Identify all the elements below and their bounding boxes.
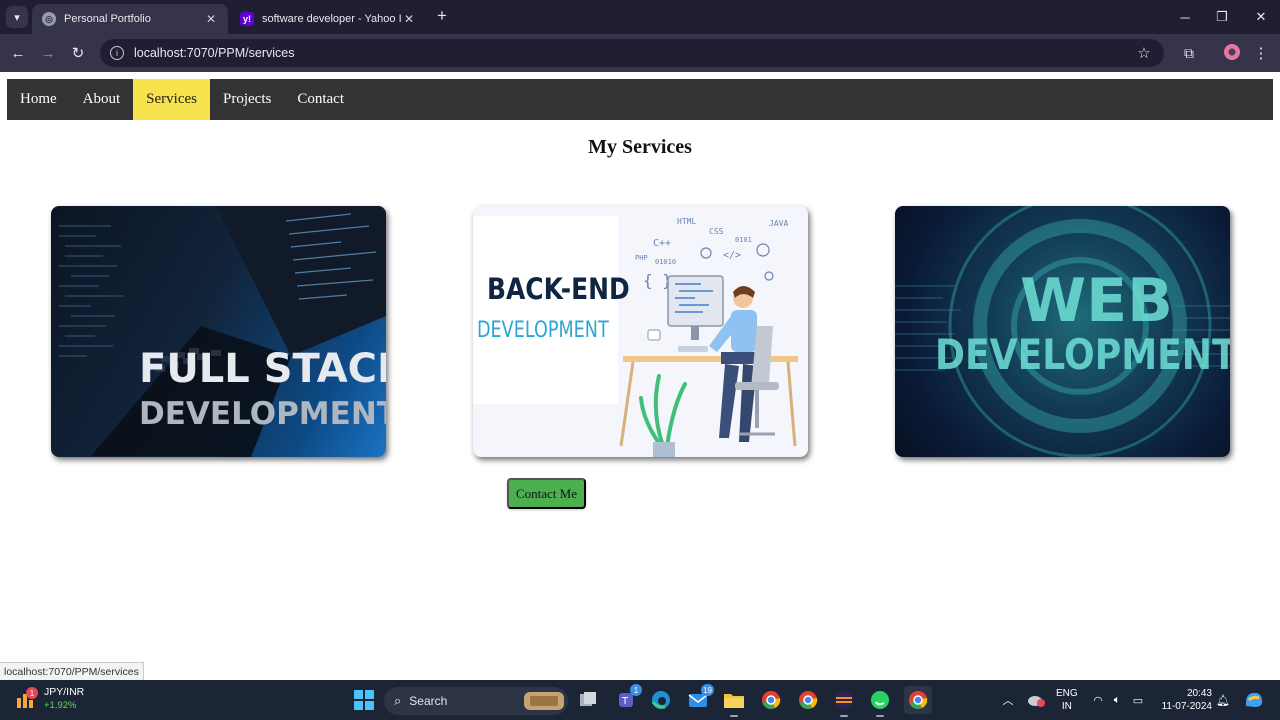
svg-text:C++: C++ bbox=[653, 238, 671, 249]
language-indicator[interactable]: ENG IN bbox=[1056, 687, 1078, 713]
url-text[interactable]: localhost:7070/PPM/services bbox=[134, 46, 1132, 60]
page-title: My Services bbox=[588, 136, 692, 158]
status-bar-url: localhost:7070/PPM/services bbox=[0, 662, 144, 680]
page-viewport: Home About Services Projects Contact My … bbox=[0, 72, 1280, 660]
service-card-web: WEB DEVELOPMENT bbox=[895, 206, 1230, 457]
tab-yahoo-search[interactable]: y! software developer - Yahoo Ind ✕ bbox=[230, 4, 426, 34]
new-tab-button[interactable]: + bbox=[432, 6, 452, 26]
search-label: Search bbox=[409, 694, 448, 708]
nav-services[interactable]: Services bbox=[133, 79, 210, 120]
tab-title: Personal Portfolio bbox=[64, 13, 151, 25]
notification-badge: 1 bbox=[630, 684, 642, 696]
service-card-full-stack: FULL STACK DEVELOPMENT bbox=[51, 206, 386, 457]
search-highlight-icon bbox=[524, 692, 564, 710]
yahoo-icon: y! bbox=[240, 12, 254, 26]
svg-text:0101: 0101 bbox=[735, 236, 752, 244]
tab-personal-portfolio[interactable]: ◎ Personal Portfolio ✕ bbox=[32, 4, 228, 34]
browser-tab-strip: ▾ ◎ Personal Portfolio ✕ y! software dev… bbox=[0, 0, 1280, 34]
ticker-widget[interactable]: 1 JPY/INR +1.92% bbox=[16, 686, 84, 712]
nav-home[interactable]: Home bbox=[7, 79, 70, 120]
globe-icon: ◎ bbox=[42, 12, 56, 26]
wifi-icon[interactable]: ◠ bbox=[1090, 686, 1106, 714]
svg-text:</>: </> bbox=[723, 250, 741, 261]
back-icon[interactable]: ← bbox=[7, 42, 29, 64]
svg-text:CSS: CSS bbox=[709, 227, 724, 236]
edge-icon[interactable] bbox=[649, 688, 673, 712]
task-view-icon[interactable] bbox=[576, 688, 600, 712]
browser-menu-icon[interactable]: ⋮ bbox=[1252, 42, 1270, 64]
notification-bell-icon[interactable]: 🔔︎ bbox=[1214, 686, 1232, 714]
copilot-icon[interactable] bbox=[1242, 688, 1266, 712]
speaker-icon[interactable]: 🔈︎ bbox=[1109, 686, 1125, 714]
running-indicator bbox=[840, 715, 848, 717]
chrome-profile-icon[interactable] bbox=[796, 688, 820, 712]
reload-icon[interactable]: ↻ bbox=[67, 42, 89, 64]
battery-icon[interactable]: ▭ bbox=[1130, 686, 1146, 714]
ticker-name: JPY/INR bbox=[44, 686, 85, 698]
extensions-icon[interactable]: ⧉ bbox=[1178, 42, 1200, 64]
tab-search-chevron-icon[interactable]: ▾ bbox=[6, 6, 28, 28]
region-code: IN bbox=[1061, 701, 1072, 712]
teams-icon[interactable]: T 1 bbox=[614, 684, 642, 712]
svg-text:JAVA: JAVA bbox=[769, 219, 788, 228]
minimize-icon[interactable]: ─ bbox=[1171, 6, 1199, 28]
whatsapp-icon[interactable] bbox=[868, 688, 892, 717]
lang-code: ENG bbox=[1056, 688, 1078, 699]
nav-projects[interactable]: Projects bbox=[210, 79, 284, 120]
ticker-change: +1.92% bbox=[44, 700, 77, 711]
notification-badge: 19 bbox=[701, 684, 714, 696]
time: 20:43 bbox=[1186, 688, 1212, 699]
file-explorer-icon[interactable] bbox=[722, 688, 746, 717]
card-title: FULL STACK bbox=[139, 346, 386, 392]
close-icon[interactable]: ✕ bbox=[204, 12, 218, 26]
card-subtitle: DEVELOPMENT bbox=[935, 330, 1230, 379]
svg-text:T: T bbox=[621, 696, 629, 707]
windows-start-icon[interactable] bbox=[352, 688, 376, 712]
nav-contact[interactable]: Contact bbox=[284, 79, 357, 120]
forward-icon[interactable]: → bbox=[37, 42, 59, 64]
search-icon: ⌕ bbox=[394, 693, 402, 708]
running-indicator bbox=[730, 715, 738, 717]
card-subtitle: DEVELOPMENT bbox=[139, 396, 386, 432]
windows-taskbar: 1 JPY/INR +1.92% ⌕ Search T 1 19 ︿ ENG I… bbox=[0, 680, 1280, 720]
tab-title: software developer - Yahoo Ind bbox=[262, 13, 402, 25]
mail-icon[interactable]: 19 bbox=[686, 684, 714, 712]
card-title: WEB bbox=[1020, 266, 1173, 336]
contact-me-button[interactable]: Contact Me bbox=[507, 478, 586, 509]
card-title: BACK-END bbox=[487, 272, 630, 306]
running-indicator bbox=[876, 715, 884, 717]
eclipse-icon[interactable] bbox=[832, 688, 856, 717]
site-navbar: Home About Services Projects Contact bbox=[7, 79, 1273, 120]
address-bar[interactable]: i localhost:7070/PPM/services ☆ bbox=[100, 39, 1164, 67]
card-title-panel bbox=[473, 216, 618, 404]
nav-about[interactable]: About bbox=[70, 79, 134, 120]
svg-text:01010: 01010 bbox=[655, 258, 676, 266]
service-card-back-end: HTML CSS JAVA C++ 0101 PHP 01010 </> { } bbox=[473, 206, 808, 457]
notification-badge: 1 bbox=[26, 687, 38, 699]
card-subtitle: DEVELOPMENT bbox=[477, 318, 609, 343]
chrome-active-icon[interactable] bbox=[904, 686, 932, 714]
maximize-icon[interactable]: ❐ bbox=[1208, 6, 1236, 28]
bookmark-star-icon[interactable]: ☆ bbox=[1132, 44, 1156, 62]
chart-icon: 1 bbox=[16, 687, 38, 709]
chevron-up-icon[interactable]: ︿ bbox=[1000, 686, 1016, 714]
site-info-icon[interactable]: i bbox=[110, 46, 124, 60]
date: 11-07-2024 bbox=[1161, 701, 1212, 712]
svg-text:PHP: PHP bbox=[635, 254, 648, 262]
defender-icon[interactable] bbox=[1026, 686, 1046, 714]
clock[interactable]: 20:43 11-07-2024 bbox=[1158, 687, 1212, 713]
profile-avatar[interactable] bbox=[1224, 44, 1240, 60]
chrome-icon[interactable] bbox=[759, 688, 783, 712]
svg-text:HTML: HTML bbox=[677, 217, 696, 226]
browser-toolbar: ← → ↻ i localhost:7070/PPM/services ☆ ⧉ … bbox=[0, 34, 1280, 72]
taskbar-search[interactable]: ⌕ Search bbox=[384, 687, 568, 715]
window-close-icon[interactable]: ✕ bbox=[1247, 6, 1275, 28]
close-icon[interactable]: ✕ bbox=[402, 12, 416, 26]
